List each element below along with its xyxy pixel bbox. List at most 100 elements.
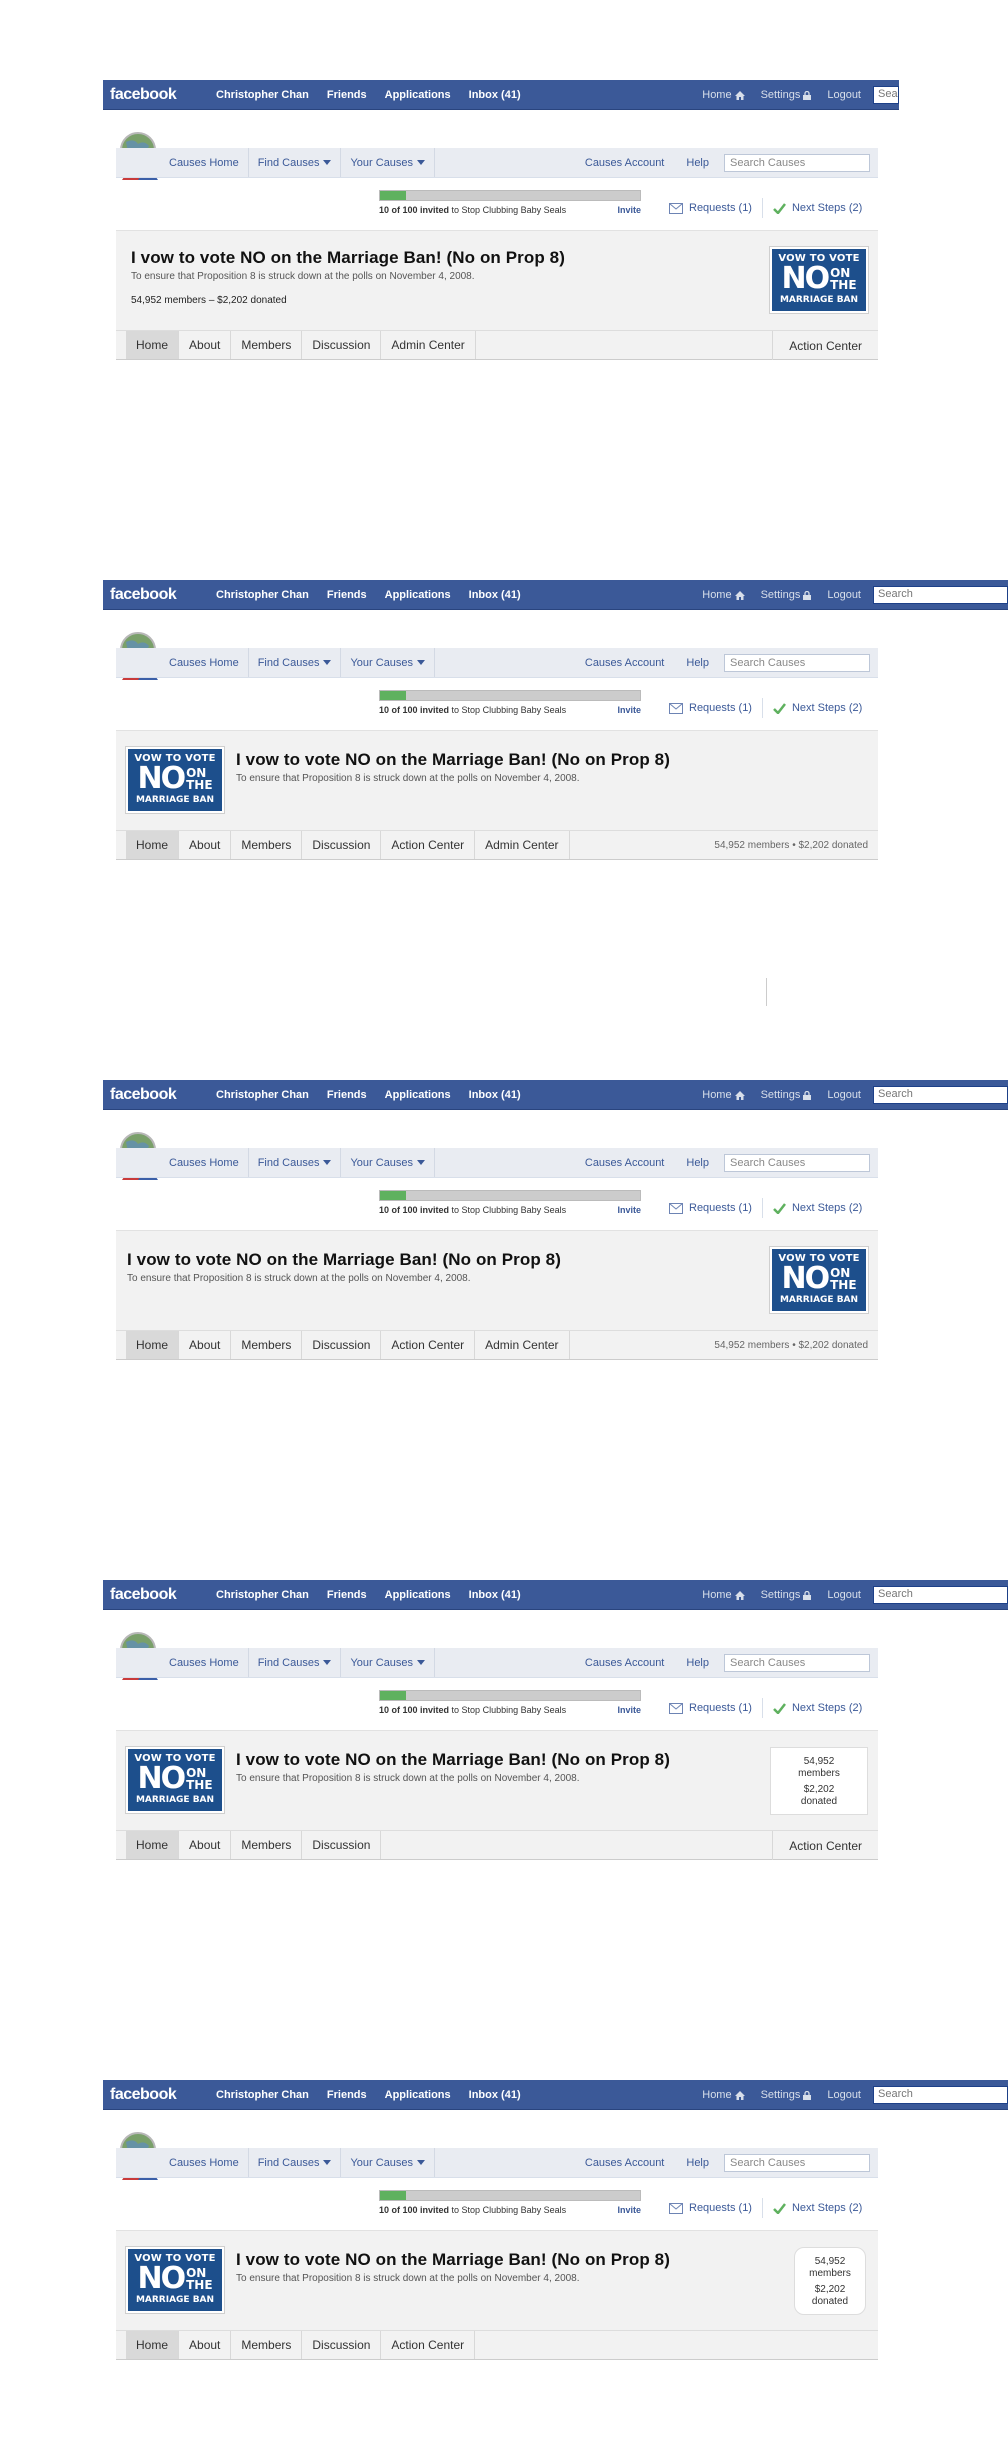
next-steps-link[interactable]: Next Steps (2) — [763, 1202, 872, 1214]
causes-home-link[interactable]: Causes Home — [160, 1648, 249, 1677]
next-steps-link[interactable]: Next Steps (2) — [763, 202, 872, 214]
tab-discussion[interactable]: Discussion — [302, 331, 382, 359]
tab-action-center[interactable]: Action Center — [381, 1331, 476, 1359]
facebook-search-input[interactable]: Searc — [873, 86, 899, 104]
tab-about[interactable]: About — [179, 831, 232, 859]
tab-action-center[interactable]: Action Center — [772, 1831, 878, 1860]
nav-applications[interactable]: Applications — [376, 1089, 460, 1101]
nav-applications[interactable]: Applications — [376, 89, 460, 101]
nav-friends[interactable]: Friends — [318, 2089, 376, 2101]
causes-search-input[interactable]: Search Causes — [724, 1154, 870, 1172]
help-link[interactable]: Help — [675, 1657, 720, 1669]
help-link[interactable]: Help — [675, 2157, 720, 2169]
causes-search-input[interactable]: Search Causes — [724, 2154, 870, 2172]
tab-about[interactable]: About — [179, 1831, 232, 1859]
invite-link[interactable]: Invite — [617, 1705, 641, 1715]
tab-discussion[interactable]: Discussion — [302, 2331, 382, 2359]
causes-account-link[interactable]: Causes Account — [574, 1657, 676, 1669]
tab-home[interactable]: Home — [126, 1331, 180, 1359]
tab-about[interactable]: About — [179, 1331, 232, 1359]
causes-account-link[interactable]: Causes Account — [574, 1157, 676, 1169]
nav-home[interactable]: Home — [694, 89, 752, 101]
facebook-logo[interactable]: facebook — [103, 1086, 207, 1104]
requests-link[interactable]: Requests (1) — [659, 1702, 762, 1714]
nav-home[interactable]: Home — [694, 2089, 752, 2101]
tab-admin-center[interactable]: Admin Center — [475, 1331, 570, 1359]
help-link[interactable]: Help — [675, 657, 720, 669]
find-causes-menu[interactable]: Find Causes — [249, 1148, 342, 1177]
facebook-logo[interactable]: facebook — [103, 2086, 207, 2104]
facebook-logo[interactable]: facebook — [103, 586, 207, 604]
nav-applications[interactable]: Applications — [376, 589, 460, 601]
help-link[interactable]: Help — [675, 157, 720, 169]
tab-discussion[interactable]: Discussion — [302, 831, 382, 859]
tab-members[interactable]: Members — [231, 2331, 303, 2359]
causes-account-link[interactable]: Causes Account — [574, 657, 676, 669]
facebook-logo[interactable]: facebook — [103, 86, 207, 104]
nav-home[interactable]: Home — [694, 1089, 752, 1101]
tab-about[interactable]: About — [179, 331, 232, 359]
your-causes-menu[interactable]: Your Causes — [341, 648, 436, 677]
nav-user[interactable]: Christopher Chan — [207, 1089, 318, 1101]
find-causes-menu[interactable]: Find Causes — [249, 148, 342, 177]
tab-members[interactable]: Members — [231, 1831, 303, 1859]
requests-link[interactable]: Requests (1) — [659, 702, 762, 714]
nav-inbox[interactable]: Inbox (41) — [460, 1089, 530, 1101]
nav-settings[interactable]: Settings — [753, 1589, 820, 1601]
causes-search-input[interactable]: Search Causes — [724, 154, 870, 172]
tab-action-center[interactable]: Action Center — [381, 2331, 476, 2359]
causes-search-input[interactable]: Search Causes — [724, 1654, 870, 1672]
tab-admin-center[interactable]: Admin Center — [475, 831, 570, 859]
nav-logout[interactable]: Logout — [819, 1089, 869, 1101]
requests-link[interactable]: Requests (1) — [659, 202, 762, 214]
nav-settings[interactable]: Settings — [753, 2089, 820, 2101]
your-causes-menu[interactable]: Your Causes — [341, 148, 436, 177]
nav-settings[interactable]: Settings — [753, 1089, 820, 1101]
find-causes-menu[interactable]: Find Causes — [249, 648, 342, 677]
nav-inbox[interactable]: Inbox (41) — [460, 2089, 530, 2101]
tab-discussion[interactable]: Discussion — [302, 1831, 382, 1859]
tab-home[interactable]: Home — [126, 331, 180, 359]
tab-members[interactable]: Members — [231, 831, 303, 859]
your-causes-menu[interactable]: Your Causes — [341, 1648, 436, 1677]
tab-action-center[interactable]: Action Center — [381, 831, 476, 859]
requests-link[interactable]: Requests (1) — [659, 1202, 762, 1214]
your-causes-menu[interactable]: Your Causes — [341, 1148, 436, 1177]
invite-link[interactable]: Invite — [617, 2205, 641, 2215]
tab-members[interactable]: Members — [231, 1331, 303, 1359]
causes-home-link[interactable]: Causes Home — [160, 2148, 249, 2177]
invite-link[interactable]: Invite — [617, 205, 641, 215]
nav-logout[interactable]: Logout — [819, 2089, 869, 2101]
nav-inbox[interactable]: Inbox (41) — [460, 589, 530, 601]
nav-friends[interactable]: Friends — [318, 589, 376, 601]
nav-home[interactable]: Home — [694, 1589, 752, 1601]
next-steps-link[interactable]: Next Steps (2) — [763, 702, 872, 714]
facebook-logo[interactable]: facebook — [103, 1586, 207, 1604]
causes-search-input[interactable]: Search Causes — [724, 654, 870, 672]
nav-user[interactable]: Christopher Chan — [207, 1589, 318, 1601]
nav-user[interactable]: Christopher Chan — [207, 589, 318, 601]
nav-settings[interactable]: Settings — [753, 89, 820, 101]
next-steps-link[interactable]: Next Steps (2) — [763, 2202, 872, 2214]
nav-friends[interactable]: Friends — [318, 1089, 376, 1101]
requests-link[interactable]: Requests (1) — [659, 2202, 762, 2214]
facebook-search-input[interactable]: Search — [873, 2086, 1008, 2104]
facebook-search-input[interactable]: Search — [873, 1586, 1008, 1604]
help-link[interactable]: Help — [675, 1157, 720, 1169]
nav-inbox[interactable]: Inbox (41) — [460, 1589, 530, 1601]
nav-user[interactable]: Christopher Chan — [207, 2089, 318, 2101]
tab-members[interactable]: Members — [231, 331, 303, 359]
find-causes-menu[interactable]: Find Causes — [249, 2148, 342, 2177]
nav-home[interactable]: Home — [694, 589, 752, 601]
nav-friends[interactable]: Friends — [318, 89, 376, 101]
nav-applications[interactable]: Applications — [376, 2089, 460, 2101]
invite-link[interactable]: Invite — [617, 1205, 641, 1215]
causes-home-link[interactable]: Causes Home — [160, 148, 249, 177]
find-causes-menu[interactable]: Find Causes — [249, 1648, 342, 1677]
tab-discussion[interactable]: Discussion — [302, 1331, 382, 1359]
your-causes-menu[interactable]: Your Causes — [341, 2148, 436, 2177]
causes-account-link[interactable]: Causes Account — [574, 157, 676, 169]
nav-logout[interactable]: Logout — [819, 1589, 869, 1601]
facebook-search-input[interactable]: Search — [873, 1086, 1008, 1104]
causes-account-link[interactable]: Causes Account — [574, 2157, 676, 2169]
